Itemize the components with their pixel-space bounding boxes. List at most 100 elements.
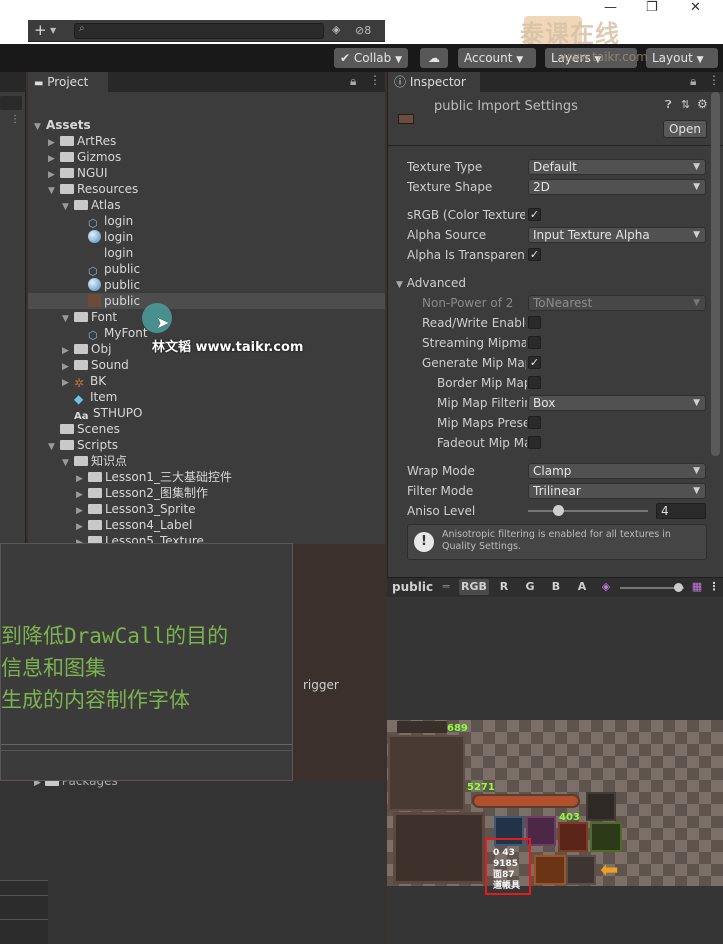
- tree-item-label: Item: [90, 390, 118, 404]
- preview-name: public: [392, 580, 434, 594]
- gear-icon[interactable]: ⚙: [697, 97, 708, 111]
- cloud-icon: ☁: [428, 51, 440, 65]
- account-button[interactable]: Account ▼: [458, 48, 536, 68]
- advanced-foldout[interactable]: ▼ Advanced: [396, 276, 466, 290]
- mipmap-filtering-dropdown[interactable]: Box ▼: [528, 395, 706, 411]
- subtitle-line-3: 生成的内容制作字体: [1, 688, 190, 712]
- tree-item[interactable]: ▼ 知识点: [28, 453, 385, 469]
- inspector-scrollbar[interactable]: [711, 92, 720, 456]
- srgb-checkbox[interactable]: ✓: [528, 208, 541, 221]
- help-icon[interactable]: ❓︎: [665, 98, 672, 112]
- tree-item[interactable]: ▶ Lesson2_图集制作: [28, 485, 385, 501]
- generate-mipmap-checkbox[interactable]: ✓: [528, 356, 541, 369]
- atlas-slot-gray: [566, 855, 596, 885]
- collab-button[interactable]: ✔ Collab ▼: [334, 48, 408, 68]
- texture-type-dropdown[interactable]: Default ▼: [528, 159, 706, 175]
- tree-item[interactable]: ⬡ login: [28, 213, 385, 230]
- alpha-transparency-checkbox[interactable]: ✓: [528, 248, 541, 261]
- channel-a-button[interactable]: A: [572, 579, 592, 595]
- fadeout-mipmap-checkbox[interactable]: [528, 436, 541, 449]
- tree-item[interactable]: public: [28, 277, 385, 293]
- hidden-packages-icon[interactable]: ⊘8: [355, 24, 371, 37]
- mip-slider[interactable]: [620, 583, 684, 592]
- tree-item[interactable]: ▶ ✲ BK: [28, 373, 385, 390]
- subtitle-line-2: 信息和图集: [1, 656, 106, 680]
- tree-item[interactable]: ▶ Sound: [28, 357, 385, 373]
- tree-item[interactable]: ▼ Assets: [28, 117, 385, 133]
- texture-shape-value: 2D: [533, 180, 550, 194]
- kebab-icon[interactable]: ⋮: [708, 579, 720, 595]
- non-power-label: Non-Power of 2: [422, 296, 514, 310]
- kebab-icon[interactable]: ⋮: [369, 73, 381, 87]
- info-icon: !: [414, 532, 434, 552]
- check-icon: ✔: [340, 51, 351, 65]
- tree-item-label: login: [104, 214, 134, 228]
- close-icon[interactable]: ✕: [690, 0, 701, 15]
- tree-item[interactable]: login: [28, 229, 385, 245]
- mipmap-preserve-checkbox[interactable]: [528, 416, 541, 429]
- chevron-down-icon: ▼: [693, 298, 700, 308]
- minimize-icon[interactable]: —: [604, 0, 617, 15]
- mipmap-filtering-value: Box: [533, 396, 556, 410]
- layout-button[interactable]: Layout ▼: [646, 48, 718, 68]
- filter-mode-dropdown[interactable]: Trilinear ▼: [528, 483, 706, 499]
- non-power-value: ToNearest: [533, 296, 593, 310]
- cloud-button[interactable]: ☁: [420, 48, 448, 68]
- aniso-slider-thumb[interactable]: [552, 505, 564, 516]
- font-prefab-icon: ⬡: [88, 329, 98, 342]
- alpha-source-dropdown[interactable]: Input Texture Alpha ▼: [528, 227, 706, 243]
- tree-item[interactable]: ⬡ public: [28, 261, 385, 278]
- tree-item[interactable]: ▶ NGUI: [28, 165, 385, 181]
- streaming-mipmap-checkbox[interactable]: [528, 336, 541, 349]
- aniso-slider-track[interactable]: [528, 505, 648, 516]
- tree-item[interactable]: ▶ Lesson3_Sprite: [28, 501, 385, 517]
- tree-item[interactable]: ▼ Font: [28, 309, 385, 325]
- lock-icon[interactable]: 🔒︎: [690, 74, 696, 89]
- channel-r-button[interactable]: R: [494, 579, 514, 595]
- drag-handle-icon[interactable]: ═: [436, 579, 456, 595]
- divider: [388, 145, 723, 146]
- tree-item[interactable]: ▶ Lesson4_Label: [28, 517, 385, 533]
- open-button[interactable]: Open: [663, 120, 707, 138]
- wrap-mode-dropdown[interactable]: Clamp ▼: [528, 463, 706, 479]
- folder-icon: [88, 472, 102, 482]
- add-icon[interactable]: +: [34, 21, 47, 39]
- channel-g-button[interactable]: G: [520, 579, 540, 595]
- tree-item[interactable]: public: [28, 293, 385, 309]
- lock-icon[interactable]: 🔒︎: [350, 74, 356, 89]
- material-icon: [88, 278, 101, 291]
- project-search-input[interactable]: ⌕: [74, 23, 324, 39]
- tree-item[interactable]: ▼ Atlas: [28, 197, 385, 213]
- tab-inspector[interactable]: ⓘ Inspector: [388, 72, 480, 92]
- project-tab-label: Project: [47, 75, 89, 89]
- restore-icon[interactable]: ❐: [646, 0, 658, 15]
- tree-item[interactable]: ▶ Lesson1_三大基础控件: [28, 469, 385, 485]
- tree-item[interactable]: Aa STHUPO: [28, 405, 385, 422]
- arrow-left-icon: ⬅: [600, 858, 619, 883]
- kebab-icon[interactable]: ⋮: [708, 73, 720, 87]
- preset-icon[interactable]: ⇅: [681, 98, 690, 111]
- chevron-down-icon: ▼: [696, 55, 704, 65]
- folder-icon: [60, 168, 74, 178]
- texture-shape-dropdown[interactable]: 2D ▼: [528, 179, 706, 195]
- kebab-icon[interactable]: ⋮: [10, 114, 20, 125]
- read-write-checkbox[interactable]: [528, 316, 541, 329]
- tree-item[interactable]: ▶ ArtRes: [28, 133, 385, 149]
- tree-item[interactable]: ▼ Scripts: [28, 437, 385, 453]
- aniso-level-input[interactable]: 4: [656, 503, 706, 519]
- tree-item[interactable]: Scenes: [28, 421, 385, 437]
- streaming-mipmap-label: Streaming Mipmap: [422, 336, 526, 350]
- tree-item[interactable]: ▶ Gizmos: [28, 149, 385, 165]
- channel-rgb-button[interactable]: RGB: [459, 579, 489, 595]
- mip-slider-thumb[interactable]: [674, 583, 683, 592]
- tree-item[interactable]: login: [28, 245, 385, 261]
- tree-item[interactable]: ◆ Item: [28, 389, 385, 406]
- chevron-down-icon[interactable]: ▼: [50, 26, 56, 35]
- tree-item[interactable]: ▼ Resources: [28, 181, 385, 197]
- atlas-slot: [586, 792, 616, 821]
- border-mipmap-checkbox[interactable]: [528, 376, 541, 389]
- filter-by-label-icon[interactable]: ◈: [332, 23, 340, 36]
- channel-b-button[interactable]: B: [546, 579, 566, 595]
- chevron-down-icon: ▼: [693, 162, 700, 172]
- tab-project[interactable]: ▬ Project: [28, 72, 108, 92]
